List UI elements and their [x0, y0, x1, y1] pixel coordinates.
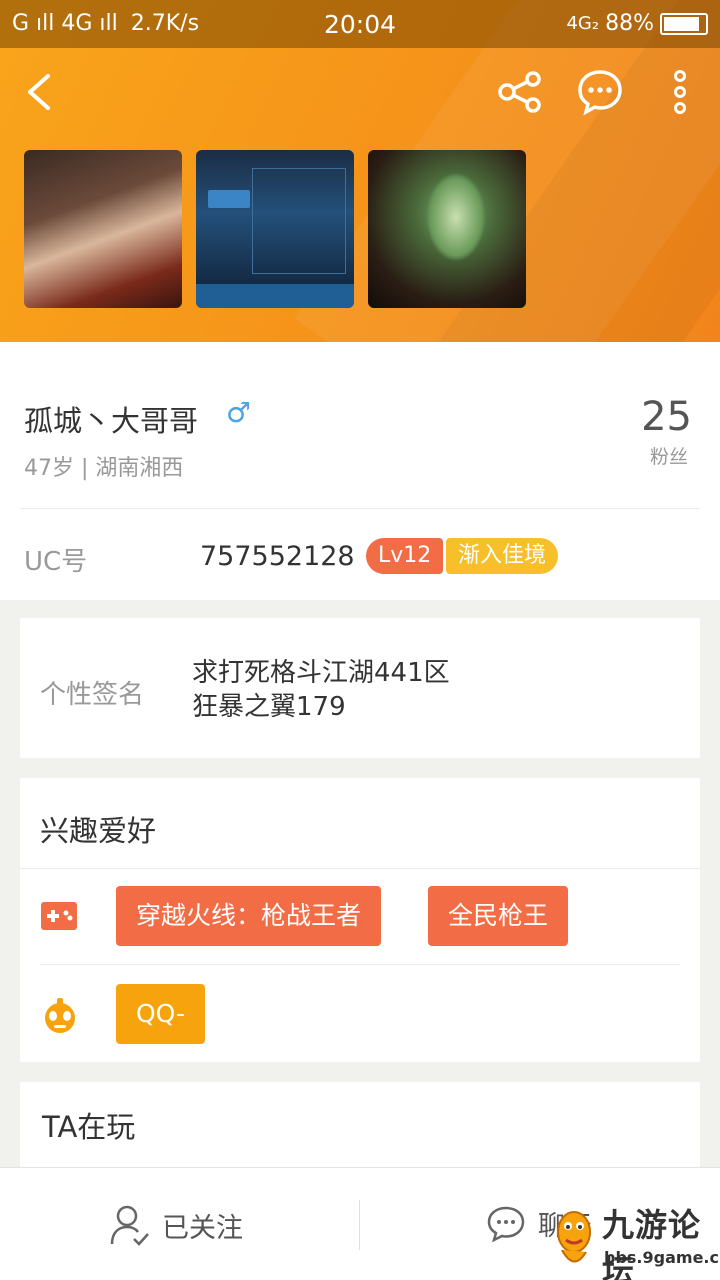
- divider: [20, 508, 700, 509]
- photo-decor: [426, 172, 486, 262]
- status-right: 4G₂ 88%: [566, 11, 708, 36]
- battery-icon: [660, 12, 708, 35]
- back-arrow-icon[interactable]: [20, 68, 60, 116]
- battery-percent: 88%: [605, 11, 654, 36]
- game-tag-cf[interactable]: 穿越火线：枪战王者: [116, 886, 382, 946]
- profile-header: G ıll 4G ıll 2.7K/s 20:04 4G₂ 88%: [0, 0, 720, 342]
- signature-text: 求打死格斗江湖441区 狂暴之翼179: [192, 656, 450, 724]
- photo-album: [24, 150, 526, 308]
- interests-card: 兴趣爱好 穿越火线：枪战王者 全民枪王 QQ-: [20, 778, 700, 1062]
- divider: [359, 1200, 360, 1250]
- album-photo-1[interactable]: [24, 150, 182, 308]
- divider: [20, 868, 700, 869]
- level-badge: Lv12: [366, 538, 444, 574]
- fans-count[interactable]: 25: [641, 394, 692, 440]
- share-icon[interactable]: [498, 70, 542, 114]
- site-watermark: 九游论坛 bbs.9game.cn: [552, 1196, 720, 1280]
- playing-title: TA在玩: [42, 1110, 136, 1144]
- gamepad-icon: [41, 902, 77, 930]
- followed-button[interactable]: 已关注: [110, 1204, 243, 1246]
- status-bar: G ıll 4G ıll 2.7K/s 20:04 4G₂ 88%: [0, 0, 720, 48]
- signature-line: 求打死格斗江湖441区: [192, 658, 450, 688]
- qq-tag[interactable]: QQ-: [116, 984, 206, 1044]
- album-photo-2[interactable]: [196, 150, 354, 308]
- photo-decor: [208, 190, 250, 208]
- photo-decor: [196, 284, 354, 308]
- uc-label: UC号: [24, 547, 88, 577]
- watermark-url: bbs.9game.cn: [604, 1248, 720, 1267]
- male-icon: ♂: [226, 396, 252, 429]
- message-icon[interactable]: [576, 68, 624, 116]
- network-type: 4G₂: [566, 13, 600, 34]
- watermark-text: 九游论坛: [602, 1206, 702, 1280]
- more-icon[interactable]: [666, 68, 694, 116]
- interests-title: 兴趣爱好: [40, 814, 157, 848]
- divider: [40, 964, 680, 965]
- followed-label: 已关注: [162, 1212, 243, 1244]
- user-name: 孤城丶大哥哥: [24, 404, 199, 438]
- uc-number: 757552128: [200, 541, 355, 572]
- mascot-logo: [557, 1211, 591, 1263]
- qq-robot-icon: [45, 998, 75, 1033]
- signature-label: 个性签名: [40, 680, 145, 710]
- signature-line: 狂暴之翼179: [192, 692, 346, 722]
- photo-decor: [252, 168, 346, 274]
- album-photo-3[interactable]: [368, 150, 526, 308]
- fans-label[interactable]: 粉丝: [650, 442, 688, 469]
- game-tag-qmqw[interactable]: 全民枪王: [428, 886, 569, 946]
- user-meta: 47岁 | 湖南湘西: [24, 456, 184, 481]
- chat-icon: [487, 1206, 525, 1242]
- signature-card: 个性签名 求打死格斗江湖441区 狂暴之翼179: [20, 618, 700, 758]
- rank-badge: 渐入佳境: [446, 538, 559, 574]
- user-check-icon: [110, 1205, 149, 1246]
